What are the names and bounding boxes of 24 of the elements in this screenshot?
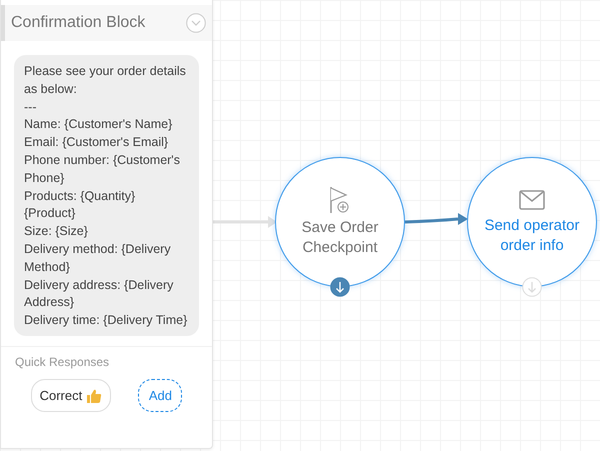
message-line: Products: {Quantity} {Product} [24, 188, 136, 222]
message-line: Size: {Size} [24, 223, 89, 240]
envelope-icon [519, 190, 545, 210]
node-label: Send operator order info [483, 216, 581, 256]
output-port-icon[interactable] [330, 277, 350, 297]
flow-node[interactable]: Save Order Checkpoint [275, 157, 405, 287]
message-line: Please see your order details as below: [24, 63, 187, 98]
message-line: Delivery address: {Delivery Address} [24, 276, 174, 312]
thumbs-up-icon [86, 388, 102, 404]
message-line: Email: {Customer's Email} [24, 134, 170, 152]
panel-title: Confirmation Block [11, 13, 146, 33]
message-line: Phone number: {Customer's Phone} [24, 152, 181, 187]
add-response-button[interactable]: Add [138, 378, 182, 412]
quick-responses-label: Quick Responses [1, 346, 212, 371]
collapse-icon[interactable] [186, 13, 206, 33]
node-label: Save Order Checkpoint [300, 218, 380, 258]
message-line: Delivery method: {Delivery Method} [24, 240, 172, 276]
quick-response-button[interactable]: Correct [30, 378, 112, 412]
message-line: --- [24, 98, 38, 116]
message-line: Delivery time: {Delivery Time} [24, 312, 188, 330]
message-line: Name: {Customer's Name} [24, 116, 174, 134]
flow-node[interactable]: Send operator order info [467, 157, 597, 287]
flag-plus-icon [329, 186, 351, 214]
connector-arrow [404, 213, 468, 225]
